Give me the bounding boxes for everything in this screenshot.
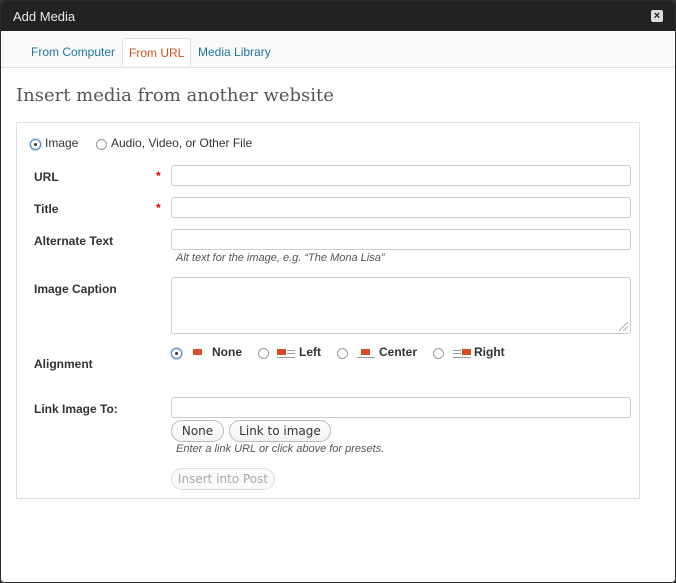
media-tabs: From Computer From URL Media Library: [1, 31, 675, 68]
caption-textarea[interactable]: [171, 277, 631, 334]
radio-image[interactable]: [30, 139, 41, 150]
required-marker: *: [156, 169, 161, 183]
dialog-titlebar: Add Media ×: [1, 1, 675, 31]
tab-from-url[interactable]: From URL: [122, 38, 192, 66]
align-right-icon: [453, 347, 471, 359]
required-marker: *: [156, 201, 161, 215]
link-image-label: Link Image To:: [34, 402, 118, 416]
align-none-label[interactable]: None: [212, 345, 242, 359]
caption-label: Image Caption: [34, 282, 117, 296]
align-right-radio[interactable]: [433, 348, 444, 359]
add-media-dialog: Add Media × From Computer From URL Media…: [0, 0, 676, 583]
close-icon[interactable]: ×: [651, 10, 663, 22]
align-none-icon: [189, 347, 207, 359]
alt-text-label: Alternate Text: [34, 234, 114, 248]
url-label: URL: [34, 170, 59, 184]
alignment-label: Alignment: [34, 357, 93, 371]
tab-media-library[interactable]: Media Library: [192, 38, 277, 66]
page-title: Insert media from another website: [16, 85, 334, 106]
insert-from-url-form: Image Audio, Video, or Other File URL * …: [16, 122, 640, 499]
align-left-radio[interactable]: [258, 348, 269, 359]
align-right-label[interactable]: Right: [474, 345, 505, 359]
alt-text-hint: Alt text for the image, e.g. “The Mona L…: [176, 252, 385, 264]
radio-other-file-label[interactable]: Audio, Video, or Other File: [111, 136, 252, 150]
align-center-icon: [357, 347, 375, 359]
link-to-image-button[interactable]: Link to image: [229, 420, 331, 442]
link-hint: Enter a link URL or click above for pres…: [176, 443, 385, 455]
align-none-radio[interactable]: [171, 348, 182, 359]
align-center-label[interactable]: Center: [379, 345, 417, 359]
link-none-button[interactable]: None: [171, 420, 224, 442]
title-label: Title: [34, 202, 59, 216]
resize-grip-icon[interactable]: [619, 322, 628, 331]
align-center-radio[interactable]: [337, 348, 348, 359]
tab-from-computer[interactable]: From Computer: [25, 38, 121, 66]
align-left-label[interactable]: Left: [299, 345, 321, 359]
url-input[interactable]: [171, 165, 631, 186]
link-url-input[interactable]: [171, 397, 631, 418]
align-left-icon: [277, 347, 295, 359]
insert-into-post-button[interactable]: Insert into Post: [171, 468, 275, 490]
radio-image-label[interactable]: Image: [45, 136, 78, 150]
dialog-title: Add Media: [13, 9, 76, 24]
title-input[interactable]: [171, 197, 631, 218]
radio-other-file[interactable]: [96, 139, 107, 150]
alt-text-input[interactable]: [171, 229, 631, 250]
